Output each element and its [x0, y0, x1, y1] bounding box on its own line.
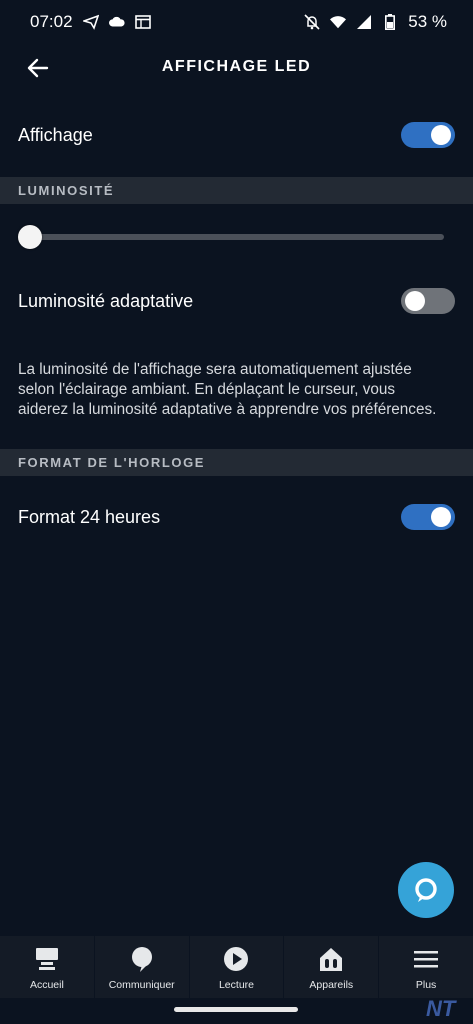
format-24h-row: Format 24 heures	[0, 496, 473, 538]
brightness-slider[interactable]	[18, 222, 444, 252]
play-icon	[221, 944, 251, 974]
nav-item-communicate[interactable]: Communiquer	[95, 936, 190, 998]
app-bar: AFFICHAGE LED	[0, 44, 473, 94]
page-title: AFFICHAGE LED	[161, 58, 312, 75]
battery-icon	[382, 14, 398, 30]
devices-icon	[316, 944, 346, 974]
brightness-section-header: LUMINOSITÉ	[0, 177, 473, 204]
nav-item-devices[interactable]: Appareils	[284, 936, 380, 998]
telegram-icon	[82, 14, 99, 30]
toggle-knob	[405, 291, 425, 311]
wifi-icon	[330, 14, 347, 30]
nav-item-more[interactable]: Plus	[379, 936, 473, 998]
signal-icon	[356, 14, 372, 30]
alexa-button[interactable]	[398, 862, 454, 918]
nav-label: Communiquer	[108, 979, 175, 991]
adaptive-brightness-toggle[interactable]	[401, 288, 455, 314]
clock-format-section-header: FORMAT DE L'HORLOGE	[0, 449, 473, 476]
nav-item-play[interactable]: Lecture	[190, 936, 285, 998]
adaptive-brightness-row: Luminosité adaptative	[0, 280, 473, 322]
status-bar: 07:02 53 %	[0, 0, 473, 44]
display-toggle[interactable]	[401, 122, 455, 148]
bottom-navigation: Accueil Communiquer Lecture Appareils Pl…	[0, 936, 473, 998]
window-icon	[134, 14, 151, 30]
cloud-icon	[108, 14, 125, 30]
nav-label: Lecture	[218, 979, 254, 991]
nav-label: Appareils	[309, 979, 354, 991]
display-label: Affichage	[18, 124, 93, 145]
toggle-knob	[431, 125, 451, 145]
nav-label: Plus	[415, 979, 437, 991]
menu-icon	[411, 944, 441, 974]
home-indicator[interactable]	[174, 1007, 298, 1012]
home-icon	[32, 944, 62, 974]
nav-item-home[interactable]: Accueil	[0, 936, 95, 998]
nav-label: Accueil	[29, 979, 64, 991]
display-setting-row: Affichage	[0, 114, 473, 156]
format-24h-label: Format 24 heures	[18, 506, 161, 527]
battery-level: 53 %	[408, 12, 447, 31]
watermark-logo: NT	[426, 996, 456, 1021]
toggle-knob	[431, 507, 451, 527]
status-time: 07:02	[30, 12, 73, 31]
status-bar-right: 53 %	[304, 12, 447, 32]
bell-off-icon	[304, 14, 320, 30]
chat-bubble-icon	[127, 944, 157, 974]
slider-thumb[interactable]	[18, 225, 42, 249]
format-24h-toggle[interactable]	[401, 504, 455, 530]
adaptive-brightness-label: Luminosité adaptative	[18, 290, 194, 311]
alexa-icon	[412, 876, 440, 904]
status-bar-left: 07:02	[30, 12, 151, 32]
adaptive-brightness-description: La luminosité de l'affichage sera automa…	[18, 361, 437, 418]
slider-track	[26, 234, 444, 240]
